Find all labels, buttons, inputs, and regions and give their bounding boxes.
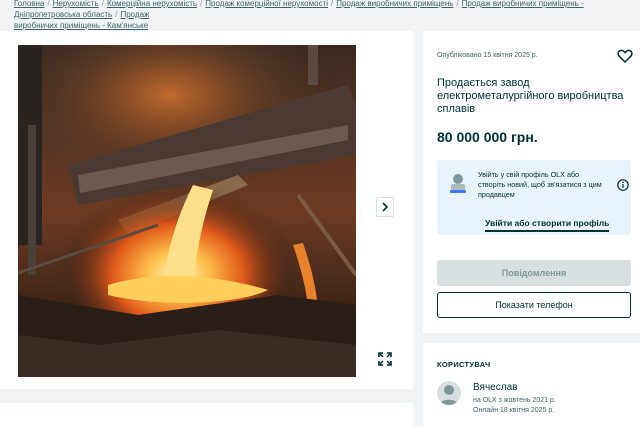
photo-gallery: [0, 31, 413, 389]
user-avatar-icon: [440, 385, 458, 405]
heart-icon: [617, 49, 633, 64]
login-promo: Увійть у свій профіль OLX або створіть н…: [437, 160, 631, 235]
info-icon[interactable]: [617, 179, 629, 191]
chevron-right-icon: [382, 202, 389, 212]
message-button[interactable]: Повідомлення: [437, 260, 631, 286]
avatar[interactable]: [437, 381, 461, 405]
user-heading: КОРИСТУВАЧ: [437, 360, 491, 369]
listing-photo[interactable]: [18, 45, 356, 377]
user-name[interactable]: Вячеслав: [473, 382, 517, 393]
description-card: [0, 403, 413, 427]
fullscreen-button[interactable]: [377, 351, 393, 367]
published-date: Опубліковано 15 квітня 2025 р.: [437, 52, 538, 59]
factory-furnace-image: [18, 45, 356, 377]
breadcrumb-industrial-sale[interactable]: Продаж виробничих приміщень: [336, 0, 453, 8]
profile-illustration-icon: [450, 174, 466, 193]
expand-icon: [378, 352, 392, 366]
next-photo-button[interactable]: [376, 197, 394, 217]
breadcrumb-home[interactable]: Головна: [14, 0, 44, 8]
show-phone-button[interactable]: Показати телефон: [437, 292, 631, 318]
login-link[interactable]: Увійти або створити профіль: [485, 218, 610, 232]
listing-price: 80 000 000 грн.: [437, 129, 538, 145]
breadcrumb-real-estate[interactable]: Нерухомість: [53, 0, 99, 8]
promo-text: Увійть у свій профіль OLX або створіть н…: [478, 170, 602, 199]
listing-title: Продається завод електрометалургійного в…: [437, 77, 624, 115]
user-last-online: Онлайн 18 квітня 2025 р.: [473, 407, 555, 414]
breadcrumb-commercial-sale[interactable]: Продаж комерційної нерухомості: [205, 0, 328, 8]
listing-info-card: Опубліковано 15 квітня 2025 р. Продаєтьс…: [423, 31, 640, 333]
breadcrumb: Головна / Нерухомість / Комерційна нерухоміс…: [14, 0, 584, 30]
user-card: КОРИСТУВАЧ Вячеслав на OLX з жовтень 202…: [423, 343, 640, 427]
breadcrumb-commercial[interactable]: Комерційна нерухомість: [107, 0, 197, 8]
favorite-button[interactable]: [617, 48, 633, 64]
user-member-since: на OLX з жовтень 2021 р.: [473, 397, 556, 404]
